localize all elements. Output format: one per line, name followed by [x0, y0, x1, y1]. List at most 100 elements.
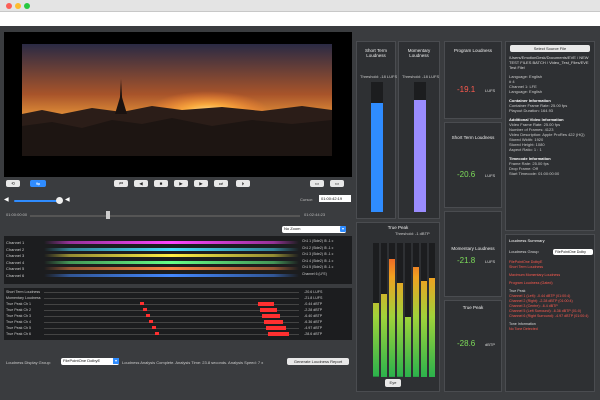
eye-button[interactable]: Eye	[385, 379, 401, 387]
waveform-legend-item: Channel 6 (LFE)	[302, 271, 327, 276]
waveform-channel-label: Channel 2	[6, 246, 25, 252]
true-peak-channel-bar	[389, 259, 395, 377]
go-to-end-button[interactable]: ⏭	[214, 180, 228, 187]
short-term-meter-title: Short Term Loudness	[365, 48, 387, 58]
channel-toggle-button[interactable]: ⇆	[30, 180, 46, 187]
short-term-readout-unit: LUFS	[485, 173, 496, 178]
true-peak-channel-bar	[381, 293, 387, 377]
summary-group-select[interactable]: FilePointOne Dolby	[553, 249, 593, 255]
true-peak-channel-bar	[429, 277, 435, 377]
loudness-summary-panel: Loudness Summary Loudness Group FilePoin…	[505, 234, 595, 392]
momentary-meter-track	[414, 82, 426, 212]
loudness-row-track	[44, 292, 299, 293]
zoom-window-button[interactable]	[24, 3, 30, 9]
loudness-row-label: True Peak Ch 3	[6, 314, 32, 318]
summary-title: Loudness Summary	[509, 238, 545, 243]
volume-row: ◀ ◀ Cursor: 01:00:42:19	[4, 193, 352, 207]
true-peak-channel-track	[405, 243, 411, 377]
loudness-row-label: True Peak Ch 4	[6, 320, 32, 324]
loudness-row-value: -0.44 dBTP	[304, 302, 323, 306]
summary-group-row: Loudness Group FilePointOne Dolby	[509, 249, 593, 257]
true-peak-channel-track	[413, 243, 419, 377]
loudness-row-value: -6.36 dBTP	[304, 320, 323, 324]
timeline-end-time: 01:02:44:23	[304, 212, 326, 217]
mark-button[interactable]: ⏵	[236, 180, 250, 187]
waveform-channel-track	[44, 260, 299, 264]
display-group-value: FilePointOne DolbyE	[63, 358, 101, 363]
summary-line: Channel 6 (Right Surround): -4.97 dBTP (…	[509, 314, 589, 318]
waveform-channel-label: Channel 5	[6, 266, 25, 271]
close-window-button[interactable]	[6, 3, 12, 9]
loudness-row-value: -20.6 LUFS	[304, 290, 323, 294]
waveform-channel-track	[44, 241, 299, 244]
cursor-timecode-field[interactable]: 01:00:42:19	[319, 195, 351, 202]
step-back-button[interactable]: ◀	[134, 180, 148, 187]
program-loudness-title: Program Loudness	[453, 48, 493, 53]
footer-bar: Loudness Display Group: FilePointOne Dol…	[4, 356, 352, 370]
generate-report-button[interactable]: Generate Loudness Report	[287, 358, 349, 365]
true-peak-readout-value: -28.6	[457, 339, 476, 348]
video-info-line: Aspect Ratio: 1 : 1	[509, 147, 542, 152]
waveform-channel-track	[44, 247, 299, 251]
true-peak-meter-panel: True Peak Threshold: -1 dBTP Eye	[356, 222, 440, 392]
loudness-graph-area: Short Term Loudness Momentary Loudness Tru…	[4, 288, 352, 340]
true-peak-channel-track	[429, 243, 435, 377]
go-to-start-button[interactable]: ⏮	[114, 180, 128, 187]
select-source-file-button[interactable]: Select Source File	[510, 45, 590, 52]
short-term-meter-fill	[371, 102, 383, 212]
timecode-info-line: Start Timecode: 01:00:00:00	[509, 171, 560, 176]
loop-button[interactable]: ⟲	[6, 180, 20, 187]
loudness-peak-marker	[143, 308, 147, 311]
volume-slider-knob[interactable]	[56, 197, 63, 204]
momentary-readout-unit: LUFS	[485, 259, 496, 264]
video-viewer	[4, 32, 352, 177]
short-term-threshold: Threshold: -18 LUFS	[360, 74, 398, 79]
loudness-row-value: -6.40 dBTP	[304, 314, 323, 318]
loudness-row-label: True Peak Ch 2	[6, 308, 32, 312]
true-peak-readout-title: True Peak	[462, 305, 484, 310]
program-loudness-panel: Program Loudness -19.1 LUFS	[444, 41, 502, 119]
file-info-panel: Select Source File /Users/EmotionDesk/Do…	[505, 41, 595, 231]
true-peak-meter-title: True Peak	[387, 225, 409, 230]
zoom-select-value: No Zoom	[284, 226, 301, 231]
loudness-peak-marker	[266, 326, 286, 330]
true-peak-channel-bar	[373, 303, 379, 377]
true-peak-channel-track	[389, 243, 395, 377]
timeline-track[interactable]	[30, 215, 300, 217]
momentary-meter-panel: Momentary Loudness Threshold: -18 LUFS	[398, 41, 440, 219]
loudness-row-label: True Peak Ch 5	[6, 326, 32, 330]
stop-button[interactable]: ■	[154, 180, 168, 187]
loudness-row-label: Short Term Loudness	[6, 290, 41, 294]
video-frame	[22, 44, 332, 156]
true-peak-channel-bar	[413, 267, 419, 377]
true-peak-channel-track	[373, 243, 379, 377]
step-forward-button[interactable]: ▶	[194, 180, 208, 187]
minimize-window-button[interactable]	[15, 3, 21, 9]
fullscreen-button[interactable]: ▭	[310, 180, 324, 187]
loudness-row-label: Momentary Loudness	[6, 296, 41, 300]
volume-slider[interactable]	[14, 200, 60, 202]
timeline-start-time: 01:00:00:00	[6, 212, 28, 217]
loudness-peak-marker	[155, 332, 159, 335]
aspect-button[interactable]: ▭	[330, 180, 344, 187]
momentary-readout-value: -21.8	[457, 256, 476, 265]
file-path: /Users/EmotionDesk/Documents/EVE / NEW T…	[509, 55, 589, 70]
playhead-marker[interactable]	[106, 211, 110, 219]
play-button[interactable]: ▶	[174, 180, 188, 187]
display-group-select[interactable]: FilePointOne DolbyE ▾	[61, 358, 119, 365]
waveform-area: Channel 1 Channel 2 Channel 3 Channel 4 Chan…	[4, 236, 352, 284]
loudness-row-value: -2.28 dBTP	[304, 308, 323, 312]
language-info-line: Language: English	[509, 89, 543, 94]
waveform-channel-label: Channel 3	[6, 253, 25, 258]
waveform-channel-label: Channel 1	[6, 240, 25, 245]
true-peak-channel-bar	[421, 280, 427, 377]
chevron-down-icon: ▾	[113, 358, 119, 364]
loudness-peak-marker	[146, 314, 150, 317]
short-term-meter-track	[371, 82, 383, 212]
zoom-select[interactable]: No Zoom ▾	[282, 226, 346, 233]
loudness-peak-marker	[152, 326, 156, 329]
loudness-peak-marker	[149, 320, 153, 323]
short-term-readout-title: Short Term Loudness	[451, 135, 495, 140]
loudness-row-track	[44, 334, 299, 335]
loudness-row-value: -4.97 dBTP	[304, 326, 323, 330]
